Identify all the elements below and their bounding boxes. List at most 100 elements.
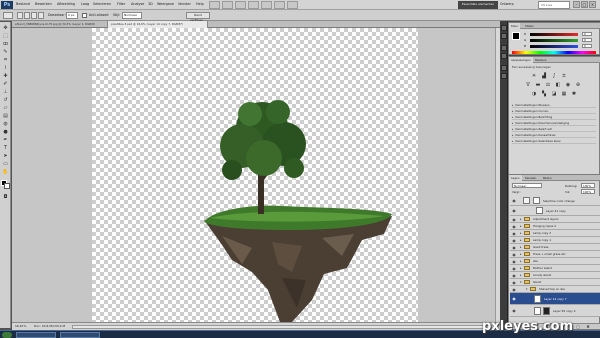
chevron-right-icon[interactable]: ▸ [520,217,522,221]
shape-tool-icon[interactable]: ▭ [2,161,9,167]
brushes-panel-icon[interactable] [501,65,507,71]
document-canvas[interactable] [92,28,418,322]
menu-3d[interactable]: 3D [148,2,153,6]
layer-row[interactable]: ◉ ▸ Mother island [510,265,600,272]
tab-kleur[interactable]: Kleur [509,23,521,29]
tab-stalen[interactable]: Stalen [523,23,536,29]
quick-select-tool-icon[interactable]: ✎ [2,49,9,55]
menu-analyse[interactable]: Analyse [131,2,144,6]
tab-document-1[interactable]: ehland_388688/byns-III-75.jpg @ 34,3% (L… [12,21,108,28]
chevron-right-icon[interactable]: ▸ [520,252,522,256]
menu-afbeelding[interactable]: Afbeelding [57,2,75,6]
invert-icon[interactable]: ◑ [531,91,537,97]
visibility-eye-icon[interactable]: ◉ [511,198,517,203]
chevron-down-icon[interactable]: ▾ [526,287,528,291]
visibility-eye-icon[interactable]: ◉ [511,273,517,278]
menu-bewerken[interactable]: Bewerken [35,2,52,6]
character-panel-icon[interactable] [501,45,507,51]
chevron-down-icon[interactable]: ▾ [520,280,522,284]
hand-tool-icon[interactable]: ✋ [2,169,9,175]
menu-bestand[interactable]: Bestand [16,2,30,6]
move-tool-icon[interactable]: ✥ [2,25,9,31]
intersect-selection-icon[interactable] [38,12,44,19]
gradient-tool-icon[interactable]: ▤ [2,113,9,119]
blend-mode-select[interactable]: Normaal [512,183,542,188]
chevron-right-icon[interactable]: ▸ [520,259,522,263]
layer-row[interactable]: ◉ ▸ Lamp copy 2 [510,230,600,237]
close-icon[interactable]: × [589,1,596,8]
chevron-right-icon[interactable]: ▸ [520,273,522,277]
path-select-tool-icon[interactable]: ➤ [2,153,9,159]
visibility-eye-icon[interactable]: ◉ [511,224,517,229]
quick-mask-icon[interactable]: ◘ [2,194,9,200]
chevron-right-icon[interactable]: ▸ [520,266,522,270]
antialias-checkbox[interactable] [82,13,87,18]
start-button[interactable] [2,332,12,338]
crop-tool-icon[interactable]: ⌗ [2,57,9,63]
minimize-icon[interactable]: – [573,1,580,8]
red-slider-track[interactable] [530,33,578,36]
minibridge-button[interactable] [222,1,233,9]
menu-selecteren[interactable]: Selecteren [93,2,111,6]
visibility-eye-icon[interactable]: ◉ [511,296,517,301]
balance-icon[interactable]: ⚖ [545,82,551,88]
marquee-tool-icon[interactable]: ⬚ [2,33,9,39]
refine-edge-button[interactable]: Rand verfijnen... [186,12,210,22]
gradient-map-icon[interactable]: ▦ [561,91,567,97]
chevron-right-icon[interactable]: ▸ [520,245,522,249]
hand-tool-button[interactable] [261,1,272,9]
visibility-eye-icon[interactable]: ◉ [511,252,517,257]
layer-row[interactable]: ◉ ▸ Trees + small grass etc [510,251,600,258]
layer-row[interactable]: ◉ ▸ Lonely island [510,272,600,279]
preset-hue-saturation[interactable]: ▸ Voorinstellingen Kleurtoon/verzadiging [512,121,596,126]
exposure-icon[interactable]: ± [561,73,567,79]
zoom-readout[interactable]: 16,67% [15,323,26,330]
blue-slider-track[interactable] [530,45,578,48]
visibility-eye-icon[interactable]: ◉ [511,287,517,292]
tab-paden[interactable]: Paden [541,175,554,181]
chevron-right-icon[interactable]: ▸ [520,231,522,235]
layer-row[interactable]: ◉ ▾ Shaved top on isle [510,286,600,293]
preset-black-white[interactable]: ▸ Voorinstellingen Zwart-wit [512,127,596,132]
maximize-icon[interactable]: □ [581,1,588,8]
pen-tool-icon[interactable]: ✒ [2,137,9,143]
tab-lagen[interactable]: Lagen [509,175,522,181]
history-panel-icon[interactable] [501,25,507,31]
threshold-icon[interactable]: ◪ [551,91,557,97]
blue-slider-value[interactable]: 0 [582,44,592,48]
menu-laag[interactable]: Laag [81,2,89,6]
eraser-tool-icon[interactable]: ▱ [2,105,9,111]
workspace-ontwerp-link[interactable]: Ontwerp [500,2,514,6]
green-slider-track[interactable] [530,39,578,42]
visibility-eye-icon[interactable]: ◉ [511,280,517,285]
actions-panel-icon[interactable] [501,33,507,39]
vibrance-icon[interactable]: ∇ [525,82,531,88]
document-pasteboard[interactable] [12,28,500,322]
style-select[interactable]: Normaal [122,12,142,19]
healing-brush-tool-icon[interactable]: ✚ [2,73,9,79]
chevron-right-icon[interactable]: ▸ [520,224,522,228]
horizontal-scrollbar[interactable] [72,325,492,329]
layer-row[interactable]: ◉ ▸ Hanging ropes 2 [510,223,600,230]
levels-icon[interactable]: ▟ [541,73,547,79]
blur-tool-icon[interactable]: ◍ [2,121,9,127]
document-size-readout[interactable]: Doc: 43,8 M/133,9 M [34,323,65,330]
paragraph-panel-icon[interactable] [501,53,507,59]
new-selection-icon[interactable] [17,12,23,19]
layer-row[interactable]: ◉ ▸ Isle [510,258,600,265]
posterize-icon[interactable]: ▚ [541,91,547,97]
layer-row[interactable]: ◉ ▾ Island [510,279,600,286]
layer-row[interactable]: ◉ Layer 65 copy 4 [510,305,600,317]
layer-row[interactable]: ◉ Layer 41 copy [510,206,600,216]
taskbar-item[interactable] [16,332,56,338]
tab-aanpassingen[interactable]: Aanpassingen [509,57,533,63]
mixer-icon[interactable]: ⊕ [575,82,581,88]
preset-levels[interactable]: ▸ Voorinstellingen Niveaus [512,103,596,108]
visibility-eye-icon[interactable]: ◉ [511,217,517,222]
workspace-switcher-button[interactable]: Essentiële elementen [458,1,498,9]
curves-icon[interactable]: ∫ [551,73,557,79]
view-extras-button[interactable] [235,1,246,9]
visibility-eye-icon[interactable]: ◉ [511,245,517,250]
hue-icon[interactable]: ▬ [535,82,541,88]
visibility-eye-icon[interactable]: ◉ [511,266,517,271]
